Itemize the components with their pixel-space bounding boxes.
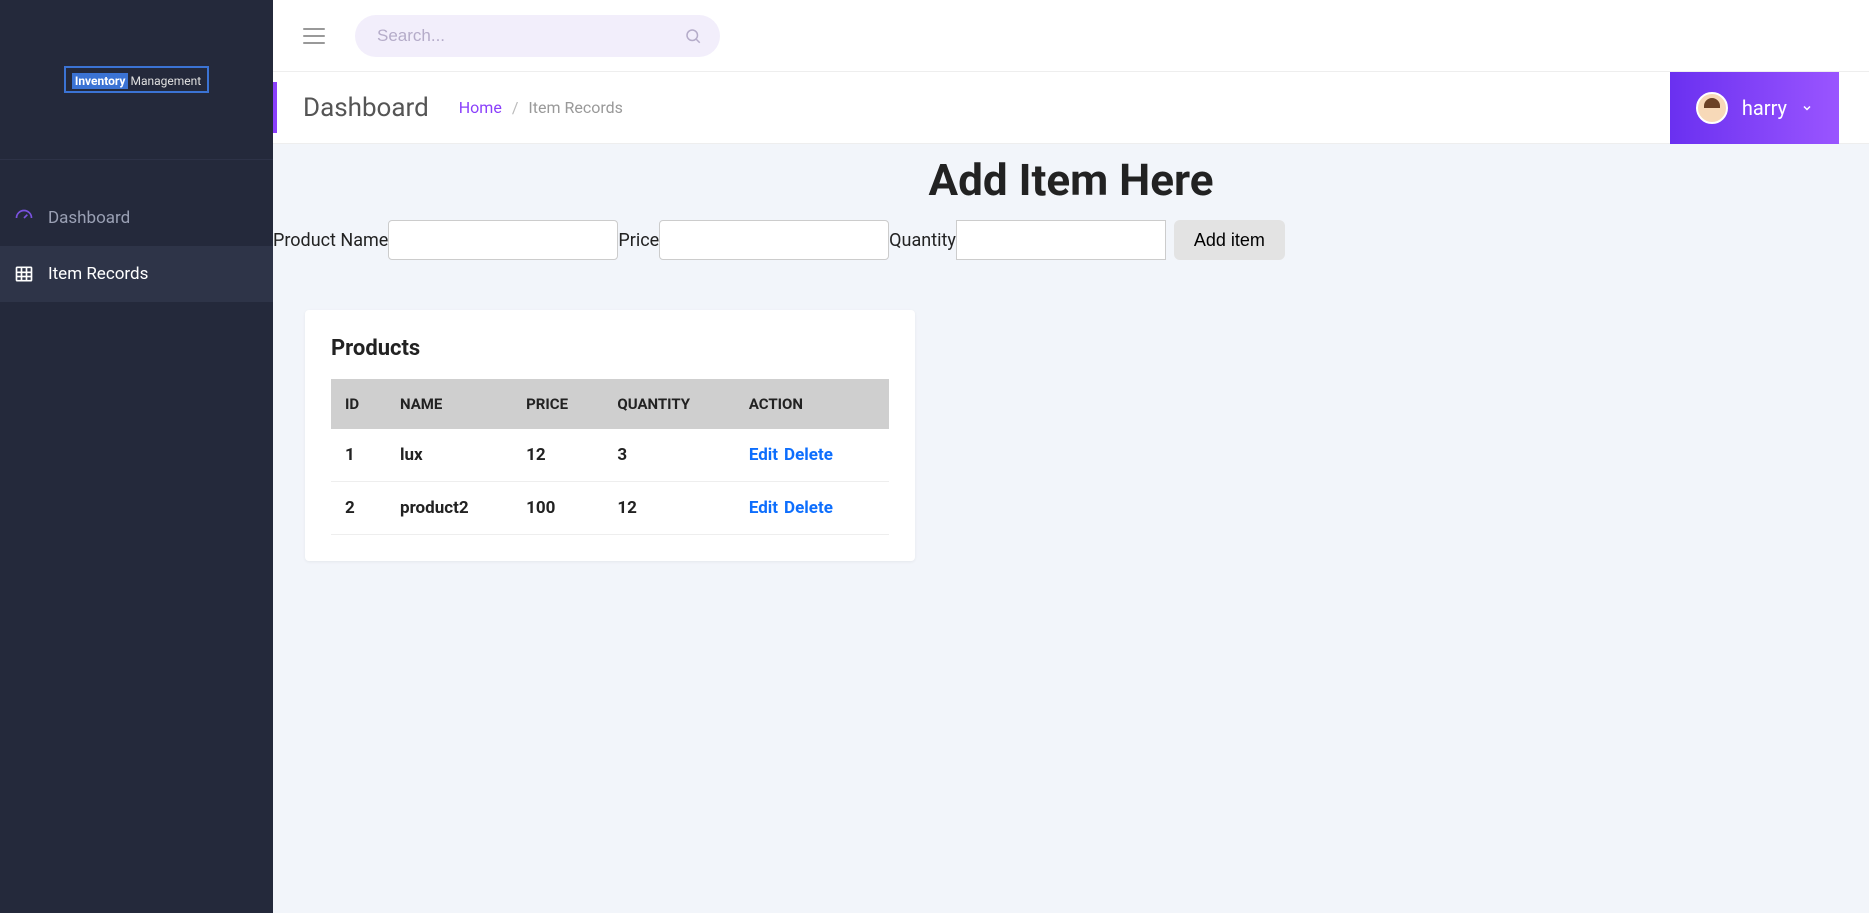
breadcrumb-current: Item Records	[528, 98, 622, 117]
col-name: NAME	[386, 379, 512, 429]
dashboard-icon	[14, 208, 34, 228]
col-id: ID	[331, 379, 386, 429]
product-name-label: Product Name	[273, 230, 388, 251]
cell-name: product2	[386, 482, 512, 535]
delete-link[interactable]: Delete	[784, 498, 833, 518]
cell-action: Edit Delete	[735, 429, 889, 482]
nav-list: Dashboard Item Records	[0, 160, 273, 302]
edit-link[interactable]: Edit	[749, 498, 778, 518]
table-icon	[14, 264, 34, 284]
hamburger-icon[interactable]	[303, 28, 325, 44]
sidebar: InventoryManagement Dashboard Item Recor…	[0, 0, 273, 913]
add-item-form: Product Name Price Quantity Add item	[273, 220, 1869, 260]
price-input[interactable]	[659, 220, 889, 260]
cell-id: 2	[331, 482, 386, 535]
logo: InventoryManagement	[0, 0, 273, 160]
sidebar-item-label: Dashboard	[48, 208, 130, 228]
products-table: ID NAME PRICE QUANTITY ACTION 1 lux 12 3	[331, 379, 889, 535]
table-row: 2 product2 100 12 Edit Delete	[331, 482, 889, 535]
chevron-down-icon	[1801, 102, 1813, 114]
sidebar-item-item-records[interactable]: Item Records	[0, 246, 273, 302]
cell-price: 100	[512, 482, 603, 535]
main: Dashboard Home / Item Records harry Add …	[273, 0, 1869, 913]
products-card-title: Products	[331, 336, 889, 361]
breadcrumb: Home / Item Records	[459, 98, 623, 117]
edit-link[interactable]: Edit	[749, 445, 778, 465]
quantity-label: Quantity	[889, 230, 956, 251]
table-row: 1 lux 12 3 Edit Delete	[331, 429, 889, 482]
add-item-title: Add Item Here	[273, 144, 1869, 206]
search-wrap	[355, 15, 720, 57]
table-header-row: ID NAME PRICE QUANTITY ACTION	[331, 379, 889, 429]
add-item-button[interactable]: Add item	[1174, 220, 1285, 260]
col-action: ACTION	[735, 379, 889, 429]
logo-part-1: Inventory	[72, 73, 129, 89]
topbar	[273, 0, 1869, 72]
content: Add Item Here Product Name Price Quantit…	[273, 144, 1869, 913]
breadcrumb-home[interactable]: Home	[459, 98, 502, 117]
products-card: Products ID NAME PRICE QUANTITY ACTION	[305, 310, 915, 561]
breadcrumb-separator: /	[512, 98, 519, 117]
cell-name: lux	[386, 429, 512, 482]
logo-part-2: Management	[130, 74, 201, 88]
cell-quantity: 3	[603, 429, 734, 482]
cell-action: Edit Delete	[735, 482, 889, 535]
user-name: harry	[1742, 96, 1787, 120]
delete-link[interactable]: Delete	[784, 445, 833, 465]
header-bar: Dashboard Home / Item Records harry	[273, 72, 1869, 144]
col-quantity: QUANTITY	[603, 379, 734, 429]
avatar	[1696, 92, 1728, 124]
sidebar-item-dashboard[interactable]: Dashboard	[0, 190, 273, 246]
search-input[interactable]	[355, 15, 720, 57]
page-title: Dashboard	[303, 93, 429, 123]
add-item-section: Add Item Here Product Name Price Quantit…	[273, 144, 1869, 260]
price-label: Price	[618, 230, 659, 251]
sidebar-item-label: Item Records	[48, 264, 148, 284]
cell-quantity: 12	[603, 482, 734, 535]
quantity-input[interactable]	[956, 220, 1166, 260]
search-icon[interactable]	[684, 27, 702, 45]
col-price: PRICE	[512, 379, 603, 429]
user-menu[interactable]: harry	[1670, 72, 1839, 144]
cell-id: 1	[331, 429, 386, 482]
product-name-input[interactable]	[388, 220, 618, 260]
cell-price: 12	[512, 429, 603, 482]
